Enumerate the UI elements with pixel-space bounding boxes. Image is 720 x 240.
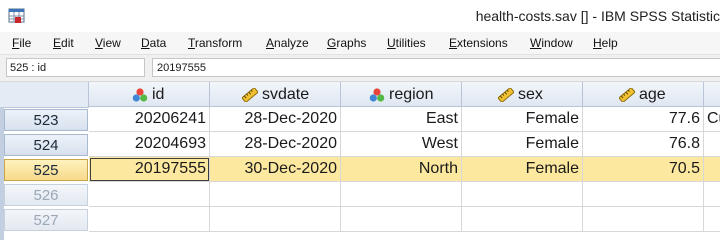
cell-sex[interactable]: Female <box>462 132 583 157</box>
cell-sex[interactable] <box>462 182 583 207</box>
cell-svdate[interactable]: 28-Dec-2020 <box>210 132 341 157</box>
cell-age[interactable]: 70.5 <box>583 157 704 182</box>
cell-region[interactable]: North <box>341 157 462 182</box>
column-header-region[interactable]: region <box>341 82 462 107</box>
cell-id[interactable]: 20206241 <box>89 107 210 132</box>
cell-svdate[interactable] <box>210 207 341 232</box>
cell-next[interactable] <box>704 132 720 157</box>
menu-help[interactable]: Help <box>593 32 618 54</box>
cell-svdate[interactable]: 30-Dec-2020 <box>210 157 341 182</box>
row-header-524[interactable]: 524 <box>4 134 88 156</box>
menu-data[interactable]: Data <box>141 32 166 54</box>
cell-svdate[interactable]: 28-Dec-2020 <box>210 107 341 132</box>
data-grid: id svdate region sex age 523 20206241 28… <box>0 82 720 240</box>
title-bar: health-costs.sav [] - IBM SPSS Statistic <box>0 0 720 32</box>
scale-icon <box>498 88 514 102</box>
cell-region[interactable]: West <box>341 132 462 157</box>
cell-next[interactable] <box>704 207 720 232</box>
menu-extensions[interactable]: Extensions <box>449 32 508 54</box>
cell-id-active[interactable]: 20197555 <box>89 157 210 182</box>
cell-region[interactable] <box>341 207 462 232</box>
nominal-icon <box>369 88 385 102</box>
cell-age[interactable]: 77.6 <box>583 107 704 132</box>
cell-sex[interactable]: Female <box>462 157 583 182</box>
cell-next[interactable] <box>704 182 720 207</box>
column-header-id[interactable]: id <box>89 82 210 107</box>
column-header-next[interactable] <box>704 82 720 107</box>
cell-region[interactable]: East <box>341 107 462 132</box>
cell-age[interactable]: 76.8 <box>583 132 704 157</box>
row-header-523[interactable]: 523 <box>4 109 88 131</box>
cell-value-editor[interactable]: 20197555 <box>152 58 720 77</box>
cell-svdate[interactable] <box>210 182 341 207</box>
menu-window[interactable]: Window <box>530 32 573 54</box>
cell-next[interactable]: Cu <box>704 107 720 132</box>
row-header-525[interactable]: 525 <box>4 159 88 181</box>
menu-utilities[interactable]: Utilities <box>387 32 426 54</box>
column-header-sex[interactable]: sex <box>462 82 583 107</box>
nominal-icon <box>132 88 148 102</box>
menu-edit[interactable]: Edit <box>53 32 74 54</box>
window-title: health-costs.sav [] - IBM SPSS Statistic <box>475 8 720 24</box>
scale-icon <box>242 88 258 102</box>
cell-sex[interactable] <box>462 207 583 232</box>
row-header-526[interactable]: 526 <box>4 184 88 206</box>
cell-id[interactable] <box>89 182 210 207</box>
cell-sex[interactable]: Female <box>462 107 583 132</box>
cell-age[interactable] <box>583 182 704 207</box>
scale-icon <box>619 88 635 102</box>
menu-bar: File Edit View Data Transform Analyze Gr… <box>0 32 720 55</box>
grid-corner[interactable] <box>0 82 89 108</box>
menu-graphs[interactable]: Graphs <box>327 32 366 54</box>
menu-analyze[interactable]: Analyze <box>266 32 309 54</box>
cell-name-box[interactable]: 525 : id <box>6 58 145 77</box>
cell-next[interactable] <box>704 157 720 182</box>
spss-data-editor-icon[interactable] <box>8 7 25 24</box>
menu-transform[interactable]: Transform <box>188 32 242 54</box>
column-header-svdate[interactable]: svdate <box>210 82 341 107</box>
cell-id[interactable] <box>89 207 210 232</box>
menu-view[interactable]: View <box>95 32 121 54</box>
row-header-527[interactable]: 527 <box>4 209 88 231</box>
cell-age[interactable] <box>583 207 704 232</box>
cell-reference-bar: 525 : id 20197555 <box>0 55 720 82</box>
menu-file[interactable]: File <box>12 32 31 54</box>
cell-region[interactable] <box>341 182 462 207</box>
column-header-age[interactable]: age <box>583 82 704 107</box>
cell-id[interactable]: 20204693 <box>89 132 210 157</box>
